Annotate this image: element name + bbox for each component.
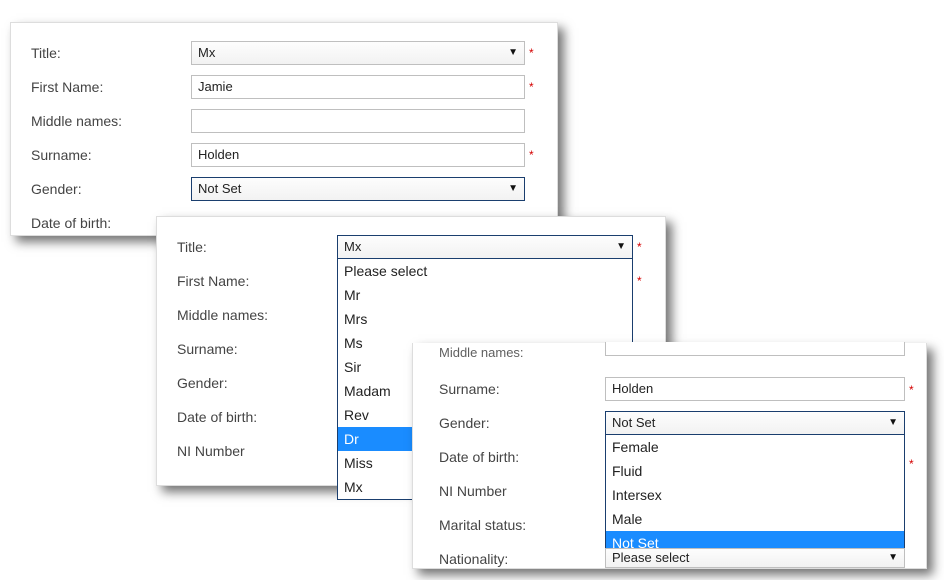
label-gender: Gender: [439, 415, 490, 431]
gender-option[interactable]: Intersex [606, 483, 904, 507]
label-surname: Surname: [31, 147, 191, 163]
first-name-input[interactable]: Jamie [191, 75, 525, 99]
label-surname: Surname: [177, 341, 337, 357]
label-marital-status: Marital status: [439, 517, 526, 533]
label-dob: Date of birth: [439, 449, 519, 465]
gender-option[interactable]: Male [606, 507, 904, 531]
label-title: Title: [177, 239, 337, 255]
title-option[interactable]: Mr [338, 283, 632, 307]
gender-select[interactable]: Not Set ▼ [605, 411, 905, 435]
label-first-name: First Name: [177, 273, 337, 289]
required-marker: * [637, 274, 645, 288]
required-marker: * [909, 457, 914, 471]
label-dob: Date of birth: [177, 409, 337, 425]
chevron-down-icon: ▼ [888, 412, 898, 434]
title-select-value: Mx [344, 239, 361, 254]
label-surname: Surname: [439, 381, 500, 397]
chevron-down-icon: ▼ [616, 236, 626, 258]
surname-input[interactable]: Holden [605, 377, 905, 401]
label-first-name: First Name: [31, 79, 191, 95]
title-select[interactable]: Mx ▼ [191, 41, 525, 65]
gender-select[interactable]: Not Set ▼ [191, 177, 525, 201]
chevron-down-icon: ▼ [508, 42, 518, 64]
gender-option[interactable]: Female [606, 435, 904, 459]
label-gender: Gender: [177, 375, 337, 391]
label-middle-names: Middle names: [31, 113, 191, 129]
title-select-value: Mx [198, 45, 215, 60]
form-card-3: Middle names: Surname: Holden * Gender: … [412, 343, 927, 569]
gender-option[interactable]: Fluid [606, 459, 904, 483]
required-marker: * [529, 148, 537, 162]
nationality-select[interactable]: Please select ▼ [605, 548, 905, 568]
label-middle-names-cut: Middle names: [439, 345, 524, 360]
surname-input[interactable]: Holden [191, 143, 525, 167]
label-nationality: Nationality: [439, 551, 508, 567]
middle-names-input[interactable] [191, 109, 525, 133]
required-marker: * [909, 383, 914, 397]
title-option[interactable]: Please select [338, 259, 632, 283]
label-ni-number: NI Number [439, 483, 507, 499]
label-middle-names: Middle names: [177, 307, 337, 323]
title-select[interactable]: Mx ▼ [337, 235, 633, 259]
gender-dropdown[interactable]: FemaleFluidIntersexMaleNot Set [605, 435, 905, 556]
required-marker: * [637, 240, 645, 254]
label-title: Title: [31, 45, 191, 61]
nationality-select-value: Please select [612, 550, 689, 565]
chevron-down-icon: ▼ [888, 549, 898, 567]
gender-select-value: Not Set [198, 181, 241, 196]
gender-select-value: Not Set [612, 415, 655, 430]
label-gender: Gender: [31, 181, 191, 197]
middle-names-input-cut[interactable] [605, 342, 905, 356]
required-marker: * [529, 80, 537, 94]
form-card-1: Title: Mx ▼ * First Name: Jamie * Middle… [10, 22, 558, 236]
title-option[interactable]: Mrs [338, 307, 632, 331]
required-marker: * [529, 46, 537, 60]
chevron-down-icon: ▼ [508, 178, 518, 200]
label-ni-number: NI Number [177, 443, 337, 459]
